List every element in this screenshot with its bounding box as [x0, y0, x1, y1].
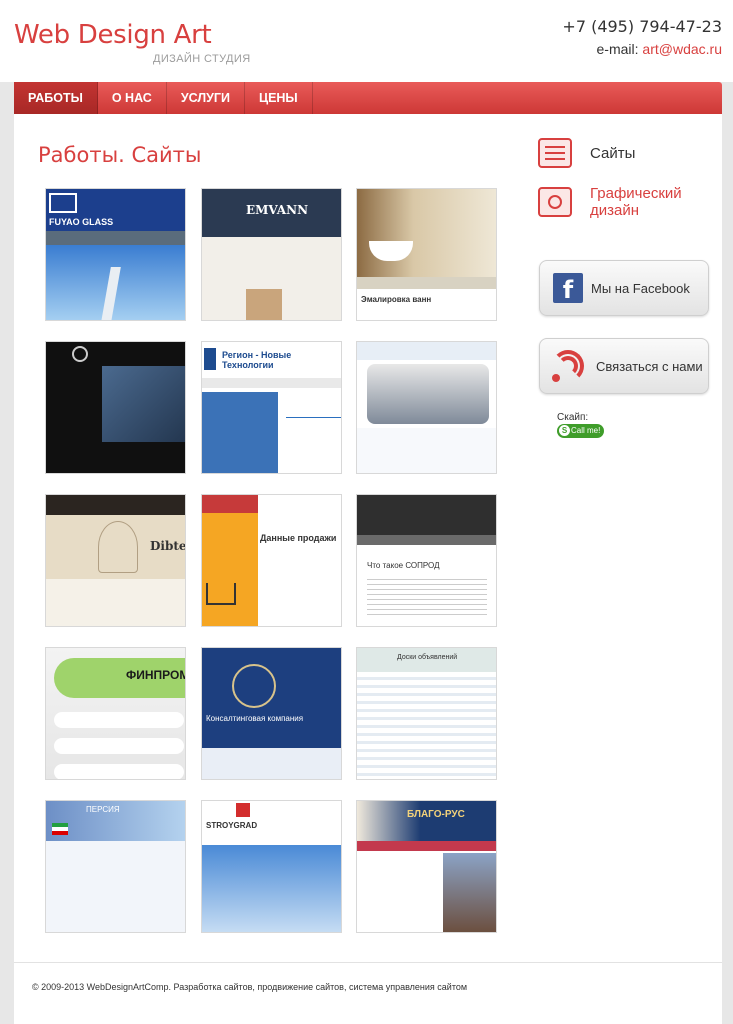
- text-lines-image: [367, 575, 487, 617]
- skype-call-button[interactable]: Call me!: [557, 424, 604, 438]
- thumb-text: Эмалировка ванн: [361, 295, 432, 304]
- menu-pill: [54, 712, 184, 728]
- sidebar-label: Графический дизайн: [590, 185, 682, 219]
- nav-item-prices[interactable]: ЦЕНЫ: [245, 82, 313, 114]
- sidebar-link-sites[interactable]: Сайты: [538, 138, 635, 168]
- site-tagline: ДИЗАЙН СТУДИЯ: [153, 53, 251, 65]
- sidebar-label: Сайты: [590, 144, 636, 162]
- thumb-header: [202, 801, 341, 837]
- portfolio-thumb-finprom[interactable]: ФИНПРОМ: [45, 647, 186, 780]
- main-nav: РАБОТЫ О НАС УСЛУГИ ЦЕНЫ: [14, 82, 722, 114]
- thumb-text: FUYAO GLASS: [49, 217, 114, 227]
- thumb-text: Консалтинговая компания: [206, 714, 304, 723]
- thumb-text: Доски объявлений: [397, 654, 458, 661]
- flag-icon: [52, 823, 68, 835]
- footer-copyright: © 2009-2013 WebDesignArtComp. Разработка…: [32, 982, 468, 992]
- portfolio-thumb-fuyao[interactable]: FUYAO GLASS: [45, 188, 186, 321]
- call-signal-icon: [548, 346, 588, 386]
- thumb-body: [202, 748, 341, 779]
- portfolio-thumb-blago-rus[interactable]: БЛАГО-РУС: [356, 800, 497, 933]
- machine-image: [367, 364, 489, 424]
- portfolio-thumb-region[interactable]: Регион - Новые Технологии: [201, 341, 342, 474]
- thumb-header: [202, 495, 258, 513]
- nav-item-works[interactable]: РАБОТЫ: [14, 82, 98, 114]
- nav-item-about[interactable]: О НАС: [98, 82, 167, 114]
- thumb-header: [46, 495, 185, 515]
- sidebar-link-graphic-design[interactable]: Графический дизайн: [538, 185, 682, 219]
- thumb-text: ФИНПРОМ: [126, 668, 186, 682]
- email-line: e-mail: art@wdac.ru: [597, 41, 722, 57]
- photo-image: [246, 289, 282, 320]
- thumb-text: STROYGRAD: [206, 821, 258, 830]
- laurel-icon: [232, 664, 276, 708]
- contact-label: Связаться с нами: [596, 358, 703, 374]
- thumb-menu: [202, 378, 341, 388]
- cart-icon: [206, 583, 236, 605]
- portfolio-grid: FUYAO GLASS EMVANN Эмалировка ванн Регио…: [45, 188, 497, 933]
- thumb-text: Регион - Новые Технологии: [222, 350, 292, 370]
- portfolio-thumb-emalirovka[interactable]: Эмалировка ванн: [356, 188, 497, 321]
- portfolio-thumb-dibtex[interactable]: Dibtex: [45, 494, 186, 627]
- jeans-image: [102, 366, 185, 442]
- contact-button[interactable]: Связаться с нами: [539, 338, 709, 394]
- sidebar-image: [202, 392, 278, 473]
- thumb-menu: [357, 841, 496, 851]
- clock-icon: [72, 346, 88, 362]
- graphic-design-icon: [538, 187, 572, 217]
- thumb-text: ПЕРСИЯ: [86, 805, 120, 814]
- building-image: [202, 845, 341, 932]
- thumb-text: Данные продажи: [260, 533, 337, 543]
- portfolio-thumb-soprod[interactable]: Что такое СОПРОД: [356, 494, 497, 627]
- thumb-text: БЛАГО-РУС: [407, 809, 465, 820]
- thumb-menu: [46, 231, 185, 245]
- thumb-text: Dibtex: [150, 539, 186, 553]
- portfolio-thumb-sales[interactable]: Данные продажи: [201, 494, 342, 627]
- skype-label: Скайп:: [557, 412, 589, 423]
- facebook-button[interactable]: f Мы на Facebook: [539, 260, 709, 316]
- header: Web Design Art ДИЗАЙН СТУДИЯ +7 (495) 79…: [0, 0, 733, 82]
- page-title: Работы. Сайты: [38, 143, 202, 167]
- headline-image: [286, 396, 341, 418]
- bath-image: [357, 189, 496, 277]
- portfolio-thumb-dark[interactable]: [45, 341, 186, 474]
- site-logo[interactable]: Web Design Art: [14, 20, 212, 50]
- email-label: e-mail:: [596, 41, 643, 57]
- region-logo-icon: [204, 348, 216, 370]
- thumb-menu: [357, 342, 496, 360]
- church-image: [443, 853, 496, 932]
- nav-item-services[interactable]: УСЛУГИ: [167, 82, 245, 114]
- footer-divider: [14, 962, 722, 963]
- crest-icon: [98, 521, 138, 573]
- portfolio-thumb-emvann[interactable]: EMVANN: [201, 188, 342, 321]
- facebook-icon: f: [553, 273, 583, 304]
- portfolio-thumb-persia[interactable]: ПЕРСИЯ: [45, 800, 186, 933]
- facebook-label: Мы на Facebook: [591, 280, 690, 296]
- thumb-menu: [357, 535, 496, 545]
- portfolio-thumb-stroygrad[interactable]: STROYGRAD: [201, 800, 342, 933]
- phone-number: +7 (495) 794-47-23: [562, 17, 722, 36]
- menu-pill: [54, 738, 184, 754]
- thumb-menu: [357, 277, 496, 289]
- sidebar-image: [202, 513, 258, 626]
- stroygrad-logo-icon: [236, 803, 250, 817]
- portfolio-thumb-equipment[interactable]: [356, 341, 497, 474]
- thumb-body: [357, 428, 496, 473]
- thumb-text: Что такое СОПРОД: [367, 561, 440, 570]
- email-link[interactable]: art@wdac.ru: [642, 41, 722, 57]
- thumb-header: [357, 495, 496, 535]
- thumb-text: EMVANN: [246, 203, 309, 217]
- thumb-body: [46, 579, 185, 626]
- thumb-header: [357, 801, 496, 841]
- document-icon: [538, 138, 572, 168]
- portfolio-thumb-doski[interactable]: Доски объявлений: [356, 647, 497, 780]
- menu-pill: [54, 764, 184, 779]
- listing-image: [357, 672, 496, 779]
- fuyao-logo-icon: [49, 193, 77, 213]
- portfolio-thumb-consulting[interactable]: Консалтинговая компания: [201, 647, 342, 780]
- thumb-body: [46, 841, 185, 932]
